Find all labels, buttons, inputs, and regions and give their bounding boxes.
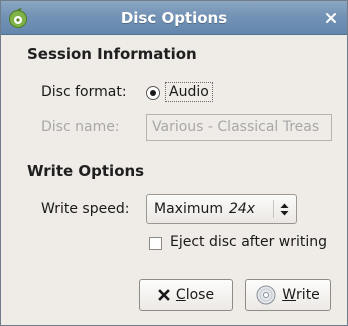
write-label-rest: rite: [296, 287, 320, 303]
close-mnemonic: C: [175, 287, 186, 303]
disc-options-dialog: Disc Options Session Information Disc fo…: [0, 0, 348, 326]
audio-radio-label[interactable]: Audio: [165, 82, 213, 102]
write-speed-rate: 24x: [228, 201, 256, 217]
audio-radio[interactable]: [146, 86, 160, 100]
disc-icon: [256, 285, 276, 305]
disc-name-field[interactable]: Various - Classical Treas: [146, 114, 332, 141]
write-speed-value: Maximum: [154, 201, 223, 217]
window-title: Disc Options: [120, 9, 228, 27]
close-label-rest: lose: [185, 287, 215, 303]
disc-format-label: Disc format:: [41, 84, 127, 100]
eject-checkbox[interactable]: [149, 237, 162, 250]
session-information-heading: Session Information: [27, 45, 197, 63]
close-icon[interactable]: [323, 10, 339, 26]
eject-checkbox-label[interactable]: Eject disc after writing: [170, 234, 327, 250]
disc-name-label: Disc name:: [41, 119, 120, 135]
brasero-icon: [9, 8, 27, 28]
write-mnemonic: W: [282, 287, 297, 303]
combo-separator: [273, 200, 274, 218]
x-icon: [158, 289, 170, 301]
write-speed-label: Write speed:: [41, 201, 130, 217]
write-options-heading: Write Options: [27, 162, 145, 180]
close-button[interactable]: Close: [139, 279, 233, 311]
write-speed-combo[interactable]: Maximum 24x: [146, 194, 297, 224]
title-bar[interactable]: Disc Options: [1, 1, 347, 35]
write-button[interactable]: Write: [245, 279, 331, 311]
updown-arrows-icon: [280, 203, 289, 216]
